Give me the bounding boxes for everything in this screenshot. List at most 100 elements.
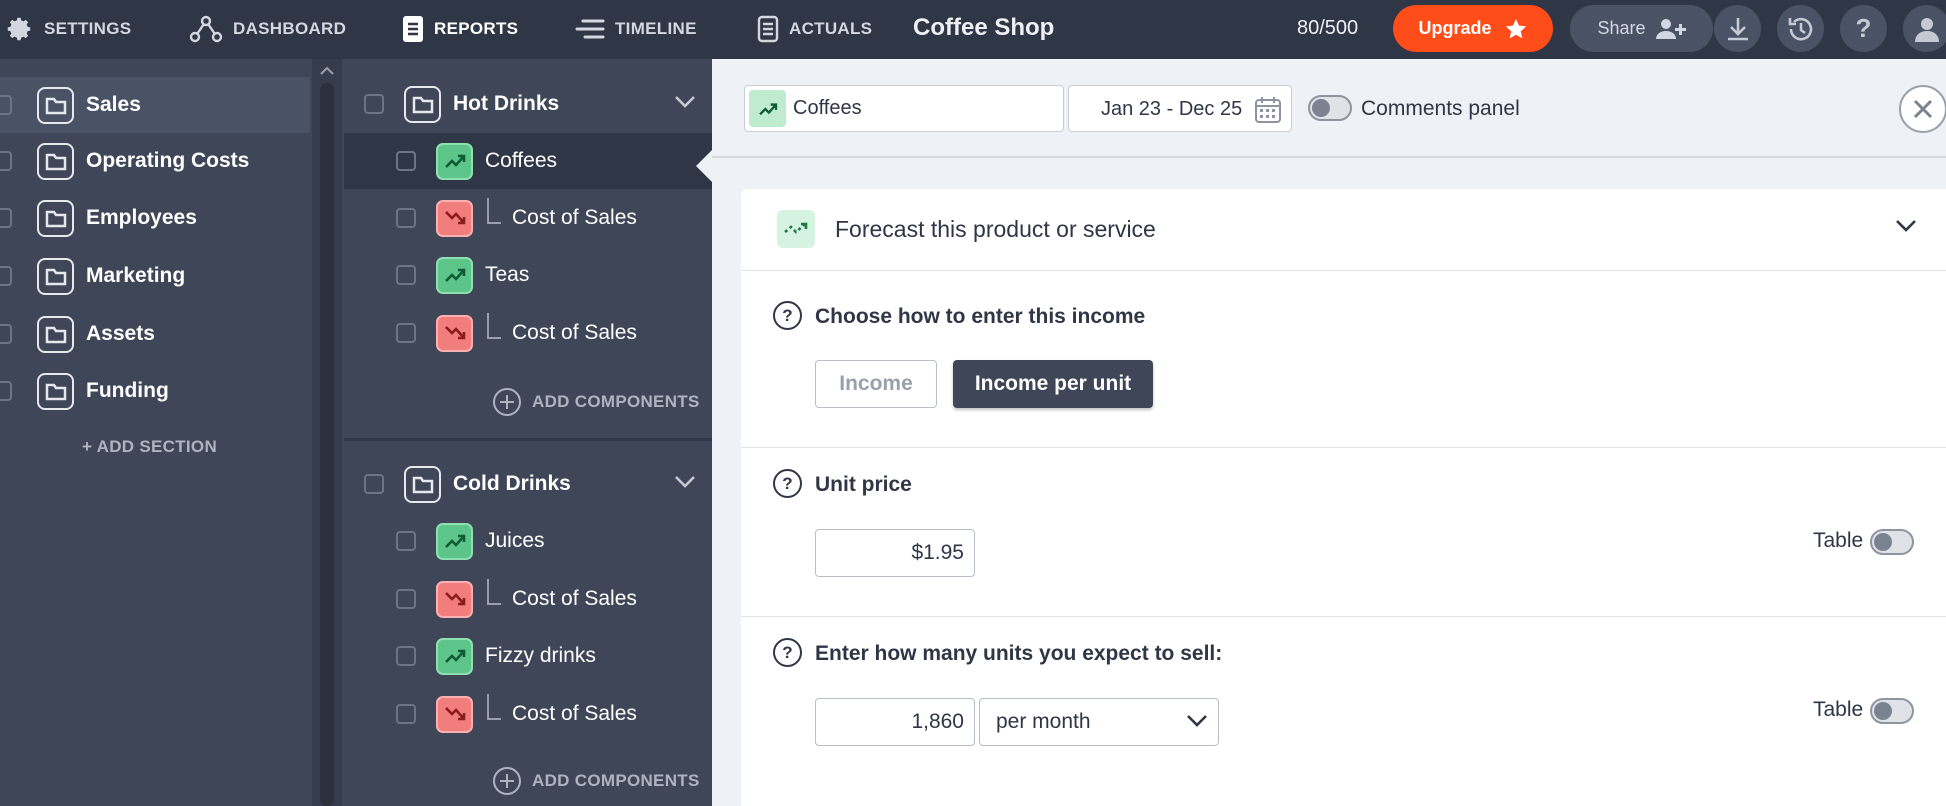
item-checkbox[interactable] [396,646,416,666]
timeline-icon [575,19,605,38]
item-checkbox[interactable] [396,704,416,724]
unit-price-table-toggle[interactable] [1870,529,1914,555]
section-checkbox[interactable] [0,266,12,286]
list-document-icon [757,15,779,42]
income-option-button[interactable]: Income [815,360,937,408]
group-hot-drinks[interactable]: Hot Drinks [344,76,712,132]
upgrade-button[interactable]: Upgrade [1393,5,1553,52]
group-cold-drinks[interactable]: Cold Drinks [344,456,712,512]
chevron-down-icon[interactable] [1895,219,1917,233]
tree-connector [487,198,501,224]
gear-icon [7,17,31,40]
units-question: Enter how many units you expect to sell: [815,642,1223,665]
nav-reports-label: REPORTS [434,18,519,38]
top-bar: SETTINGS DASHBOARD REPORTS TIMELINE ACTU… [0,0,1946,59]
nav-timeline[interactable]: TIMELINE [575,0,697,57]
help-button[interactable]: ? [1840,5,1887,52]
item-cost-of-sales[interactable]: Cost of Sales [344,190,712,246]
share-label: Share [1597,18,1646,38]
nav-dashboard[interactable]: DASHBOARD [189,0,346,57]
account-button[interactable] [1903,5,1946,52]
item-cost-of-sales[interactable]: Cost of Sales [344,686,712,742]
income-per-unit-option-button[interactable]: Income per unit [953,360,1153,408]
share-button[interactable]: Share [1570,5,1713,52]
section-assets[interactable]: Assets [0,306,310,362]
section-checkbox[interactable] [0,381,12,401]
section-funding[interactable]: Funding [0,363,310,419]
trend-up-icon [436,256,473,294]
help-icon[interactable]: ? [773,469,802,498]
section-checkbox[interactable] [0,95,12,115]
selection-pointer [696,150,712,182]
unit-price-input[interactable]: $1.95 [815,529,975,577]
sidebar-scrollbar[interactable] [312,59,342,806]
units-table-toggle[interactable] [1870,698,1914,724]
nodes-icon [189,15,223,42]
item-checkbox[interactable] [396,531,416,551]
item-checkbox[interactable] [396,265,416,285]
add-components-button[interactable]: ADD COMPONENTS [492,387,700,417]
section-employees[interactable]: Employees [0,190,310,246]
item-label: Coffees [485,149,557,172]
item-checkbox[interactable] [396,151,416,171]
units-period-value: per month [996,710,1091,733]
item-checkbox[interactable] [396,323,416,343]
help-icon[interactable]: ? [773,638,802,667]
section-label: Marketing [86,264,186,287]
chevron-down-icon[interactable] [674,95,696,109]
section-checkbox[interactable] [0,208,12,228]
close-button[interactable] [1899,85,1946,133]
history-button[interactable] [1777,5,1824,52]
chevron-down-icon[interactable] [674,475,696,489]
item-label: Cost of Sales [512,321,637,344]
item-selector[interactable]: Coffees [744,85,1064,132]
add-components-button[interactable]: ADD COMPONENTS [492,766,700,796]
units-input[interactable]: 1,860 [815,698,975,746]
forecast-title: Forecast this product or service [835,216,1156,242]
nav-timeline-label: TIMELINE [615,18,697,38]
tree-connector [487,694,501,720]
item-label: Cost of Sales [512,587,637,610]
usage-counter: 80/500 [1297,17,1359,39]
section-operating-costs[interactable]: Operating Costs [0,133,310,189]
folder-icon [37,315,74,353]
section-checkbox[interactable] [0,324,12,344]
item-checkbox[interactable] [396,589,416,609]
add-section-button[interactable]: + ADD SECTION [82,437,217,457]
table-toggle-label: Table [1813,698,1864,721]
section-checkbox[interactable] [0,151,12,171]
item-label: Cost of Sales [512,702,637,725]
item-cost-of-sales[interactable]: Cost of Sales [344,571,712,627]
trend-up-icon [436,637,473,675]
help-icon[interactable]: ? [773,301,802,330]
group-checkbox[interactable] [364,474,384,494]
comments-panel-toggle[interactable] [1308,95,1352,121]
item-cost-of-sales[interactable]: Cost of Sales [344,305,712,361]
nav-settings[interactable]: SETTINGS [4,0,131,57]
nav-reports[interactable]: REPORTS [402,0,518,57]
item-juices[interactable]: Juices [344,513,712,569]
row-divider [741,447,1946,448]
units-period-select[interactable]: per month [979,698,1219,746]
chevron-up-icon[interactable] [320,66,334,76]
trend-up-icon [749,90,786,127]
detail-panel: Coffees Jan 23 - Dec 25 Comments panel F… [712,59,1946,806]
trend-up-icon [436,522,473,560]
item-teas[interactable]: Teas [344,247,712,303]
folder-icon [37,199,74,237]
section-marketing[interactable]: Marketing [0,248,310,304]
section-sales[interactable]: Sales [0,77,310,133]
nav-settings-label: SETTINGS [44,18,132,38]
folder-icon [37,142,74,180]
forecast-card-header[interactable]: Forecast this product or service [741,189,1946,271]
item-label: Teas [485,263,530,286]
nav-actuals[interactable]: ACTUALS [757,0,872,57]
item-checkbox[interactable] [396,208,416,228]
date-range-picker[interactable]: Jan 23 - Dec 25 [1068,85,1292,132]
group-checkbox[interactable] [364,94,384,114]
add-components-label: ADD COMPONENTS [532,392,700,411]
item-coffees[interactable]: Coffees [344,133,712,189]
scrollbar-thumb[interactable] [320,83,334,806]
item-fizzy-drinks[interactable]: Fizzy drinks [344,628,712,684]
download-button[interactable] [1714,5,1761,52]
